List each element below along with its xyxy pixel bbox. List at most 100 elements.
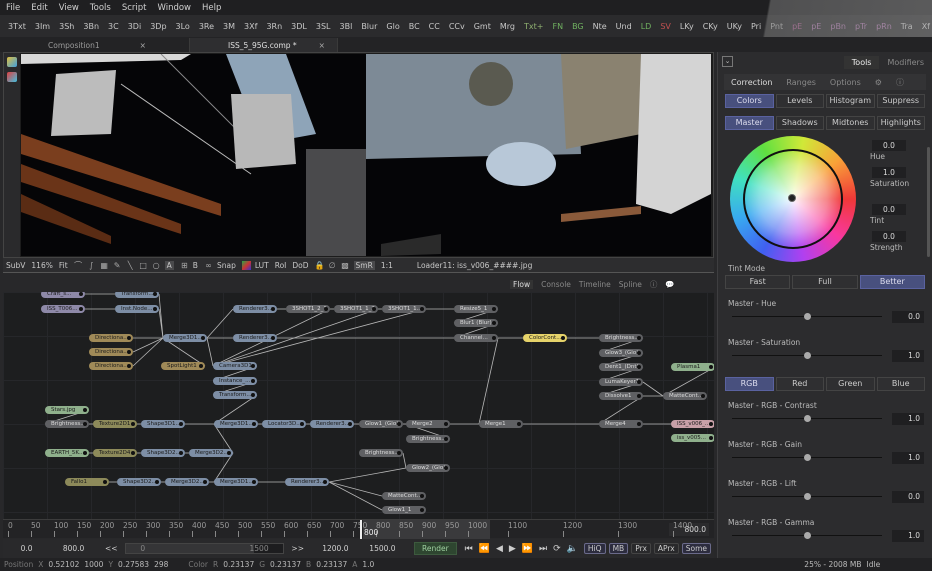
flow-connection[interactable] [328, 481, 383, 511]
tool-button-lky[interactable]: LKy [680, 22, 694, 31]
tool-button-cky[interactable]: CKy [703, 22, 718, 31]
flow-node[interactable]: Stars.jpg [45, 406, 89, 414]
green-button[interactable]: Green [826, 377, 875, 391]
range-right-button[interactable]: >> [284, 544, 312, 553]
strength-field[interactable]: 0.0 [872, 231, 906, 242]
selective-update-button[interactable]: Some [681, 543, 712, 554]
flow-node[interactable]: MatteCont... [663, 392, 707, 400]
flow-node[interactable]: Directiona... [89, 362, 133, 370]
flow-node[interactable]: Plasma1 [671, 363, 714, 371]
flow-node[interactable]: Inst.Node... [115, 305, 159, 313]
slider[interactable]: 0.0 [726, 490, 924, 504]
tool-button-gmt[interactable]: Gmt [474, 22, 491, 31]
channel-icon[interactable] [241, 260, 251, 270]
dod-button[interactable]: DoD [292, 261, 308, 270]
slider-value-field[interactable]: 0.0 [892, 491, 924, 503]
tab-modifiers[interactable]: Modifiers [879, 56, 932, 69]
slider-value-field[interactable]: 0.0 [892, 311, 924, 323]
menu-tools[interactable]: Tools [90, 3, 111, 13]
hiq-button[interactable]: HiQ [583, 543, 606, 554]
flow-node[interactable]: Renderer3... [233, 334, 277, 342]
flow-connection[interactable] [132, 337, 164, 353]
flow-node[interactable]: Brightness... [599, 334, 643, 342]
tool-button-pnt[interactable]: Pnt [770, 22, 783, 31]
flow-node[interactable]: Brightness... [359, 449, 403, 457]
flow-node[interactable]: Merge4 [599, 420, 643, 428]
tab-timeline[interactable]: Timeline [579, 280, 611, 289]
go-to-start-icon[interactable]: ⏮ [465, 544, 473, 554]
flow-connection[interactable] [642, 381, 664, 397]
range-left-button[interactable]: << [97, 544, 125, 553]
flow-node[interactable]: Brightness... [406, 435, 450, 443]
inspector-scrollbar[interactable] [927, 147, 930, 257]
tool-button-3m[interactable]: 3M [223, 22, 235, 31]
flow-node[interactable]: MatteCont... [382, 492, 426, 500]
play-icon[interactable]: ▶ [509, 544, 516, 554]
slider-knob[interactable] [804, 454, 811, 461]
tool-button-3xf[interactable]: 3Xf [244, 22, 257, 31]
slider[interactable]: 0.0 [726, 310, 924, 324]
snap-dropdown[interactable]: Snap [217, 261, 236, 270]
slider-knob[interactable] [804, 532, 811, 539]
flow-node[interactable]: Dissolve1 [599, 392, 643, 400]
hue-field[interactable]: 0.0 [872, 140, 906, 151]
checker-icon[interactable]: ▩ [341, 261, 350, 270]
close-icon[interactable]: × [140, 41, 146, 50]
global-start-field[interactable]: 0.0 [3, 544, 50, 553]
master-button[interactable]: Master [725, 116, 774, 130]
tool-button-pri[interactable]: Pri [751, 22, 761, 31]
flow-node[interactable]: ISS_v006_... [671, 420, 714, 428]
tab-correction[interactable]: Correction [724, 78, 779, 87]
histogram-button[interactable]: Histogram [826, 94, 875, 108]
slider-value-field[interactable]: 1.0 [892, 530, 924, 542]
colors-button[interactable]: Colors [725, 94, 774, 108]
zoom-dropdown[interactable]: 116% [31, 261, 52, 270]
flow-node[interactable]: Fallo1 [65, 478, 109, 486]
proxy-button[interactable]: Prx [631, 543, 651, 554]
polyline-icon[interactable]: ⌒ [74, 261, 83, 270]
tool-button-3bl[interactable]: 3Bl [340, 22, 353, 31]
close-icon[interactable]: × [319, 41, 325, 50]
flow-connection[interactable] [206, 337, 214, 367]
viewer[interactable] [3, 52, 714, 258]
play-reverse-icon[interactable]: ◀ [496, 544, 503, 554]
flow-node[interactable]: Shape3D1... [141, 420, 185, 428]
tool-button-3re[interactable]: 3Re [199, 22, 214, 31]
global-end-field[interactable]: 1500.0 [359, 544, 406, 553]
info-icon[interactable]: ⓘ [650, 279, 658, 290]
flow-connection[interactable] [132, 337, 164, 367]
flow-node[interactable]: LumaKeyer1 [599, 378, 643, 386]
flow-connection[interactable] [328, 467, 407, 483]
render-view-icon[interactable] [7, 72, 17, 82]
paint-icon[interactable]: ✎ [113, 261, 122, 270]
tool-button-tra[interactable]: Tra [901, 22, 913, 31]
highlights-button[interactable]: Highlights [876, 116, 925, 130]
time-ruler[interactable]: 800.0 0 50 100 150 200 250 300 350 400 450 500 550 6… [3, 519, 714, 539]
tab-flow[interactable]: Flow [510, 280, 534, 289]
fit-button[interactable]: Fit [59, 261, 68, 270]
flow-node[interactable]: Merge3D2... [165, 478, 209, 486]
flow-node[interactable]: Directiona... [89, 334, 133, 342]
audio-icon[interactable]: 🔈 [567, 544, 578, 554]
tab-console[interactable]: Console [541, 280, 571, 289]
slider-value-field[interactable]: 1.0 [892, 350, 924, 362]
tint-better-button[interactable]: Better [859, 275, 925, 289]
tool-button-ld[interactable]: LD [641, 22, 652, 31]
flow-node[interactable]: Merge1 [479, 420, 523, 428]
tint-full-button[interactable]: Full [792, 275, 858, 289]
grid-icon[interactable]: ▦ [100, 261, 109, 270]
shadows-button[interactable]: Shadows [775, 116, 824, 130]
tool-button-ccv[interactable]: CCv [449, 22, 465, 31]
flow-node[interactable]: Camera3D1 [213, 362, 257, 370]
slider[interactable]: 1.0 [726, 451, 924, 465]
tool-button-3sh[interactable]: 3Sh [59, 22, 74, 31]
flow-node[interactable]: Channel... [454, 334, 498, 342]
tool-button-blur[interactable]: Blur [361, 22, 377, 31]
flow-connection[interactable] [328, 481, 383, 497]
flow-node[interactable]: Renderer3... [233, 305, 277, 313]
tool-button-mrg[interactable]: Mrg [500, 22, 515, 31]
flow-node[interactable]: iss_v005... [671, 434, 714, 442]
midtones-button[interactable]: Midtones [826, 116, 875, 130]
tool-button-pe[interactable]: pE [792, 22, 802, 31]
tool-button-uky[interactable]: UKy [727, 22, 742, 31]
